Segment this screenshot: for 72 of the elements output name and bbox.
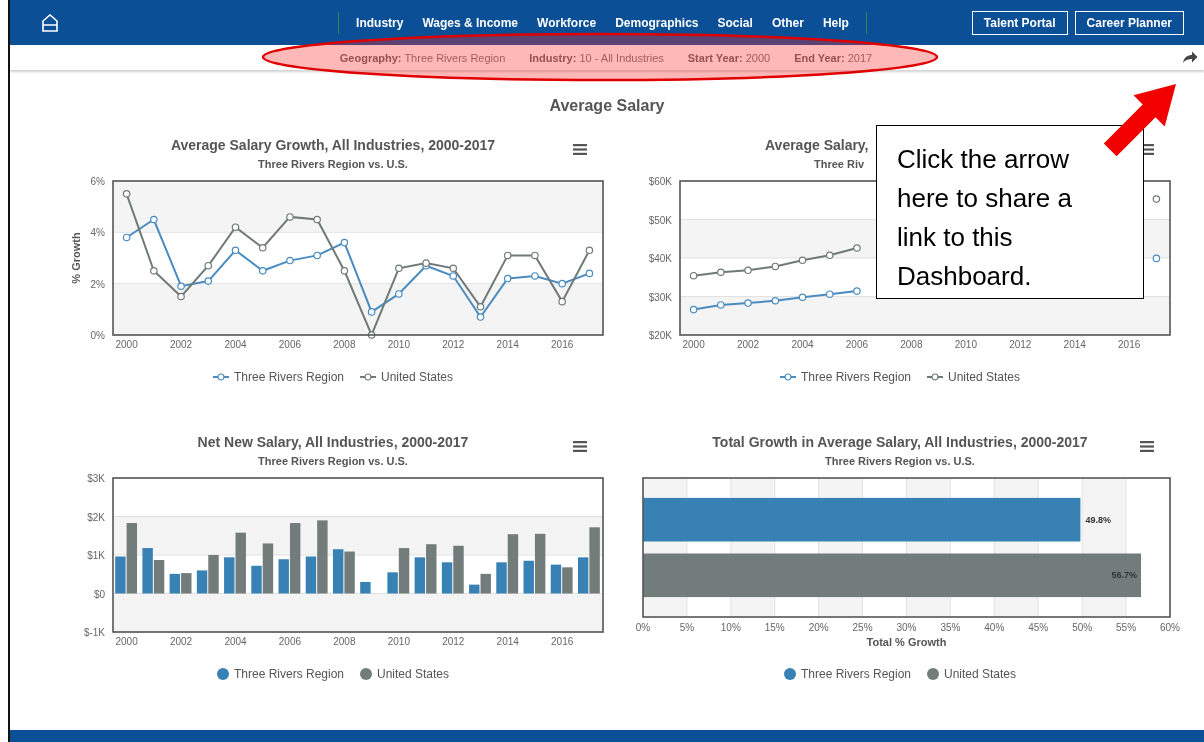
axis-label: 2012 — [1009, 339, 1032, 350]
axis-label: 20% — [808, 622, 829, 633]
data-label: 49.8% — [1085, 514, 1111, 525]
axis-label: 35% — [940, 622, 961, 633]
axis-label: $-1K — [83, 627, 105, 638]
axis-label: 2000 — [115, 636, 138, 647]
axis-label: 2008 — [333, 339, 356, 350]
axis-label: 2016 — [551, 636, 574, 647]
axis-label: 2000 — [682, 339, 705, 350]
axis-label: 55% — [1116, 622, 1137, 633]
axis-label: $40K — [648, 253, 672, 264]
chart-title: Total Growth in Average Salary, All Industries, 2000-2017 — [712, 434, 1088, 451]
axis-label: 2014 — [496, 339, 519, 350]
axis-label: 2012 — [442, 339, 465, 350]
axis-label: 2016 — [1118, 339, 1141, 350]
axis-label: 2002 — [736, 339, 760, 350]
axis-label: 2004 — [791, 339, 814, 350]
chart-title: Net New Salary, All Industries, 2000-2017 — [197, 434, 469, 451]
axis-title: Total % Growth — [866, 636, 947, 648]
filter-text: Geography: Three Rivers Region — [339, 51, 506, 64]
axis-label: 5% — [679, 622, 695, 633]
axis-label: 25% — [852, 622, 873, 633]
axis-label: 2016 — [551, 339, 574, 350]
chart-subtitle: Three Rivers Region vs. U.S. — [825, 454, 975, 468]
axis-label: $50K — [648, 214, 672, 226]
axis-label: 60% — [1160, 622, 1180, 633]
axis-label: $3K — [87, 473, 105, 484]
data-label: 56.7% — [1111, 570, 1137, 581]
page-title: Average Salary — [548, 97, 666, 115]
axis-label: 10% — [720, 622, 741, 633]
chart-subtitle: Three Riv — [814, 157, 865, 171]
axis-label: 2012 — [442, 636, 465, 647]
filter-text: Start Year: 2000 — [687, 51, 771, 64]
chart-title: Average Salary, — [765, 137, 869, 154]
filter-text: Industry: 10 - All Industries — [529, 51, 664, 64]
axis-label: $1K — [87, 550, 105, 561]
filter-text: End Year: 2017 — [794, 51, 873, 64]
axis-label: 2002 — [169, 636, 193, 647]
axis-label: 40% — [984, 622, 1005, 633]
axis-label: 2010 — [954, 339, 977, 350]
axis-label: $60K — [648, 176, 672, 187]
chart-subtitle: Three Rivers Region vs. U.S. — [258, 454, 408, 468]
axis-label: $0 — [93, 588, 105, 600]
axis-label: 45% — [1028, 622, 1049, 633]
chart-title: Average Salary Growth, All Industries, 2000-2017 — [170, 137, 496, 154]
axis-label: 2006 — [278, 636, 302, 647]
axis-label: 4% — [90, 227, 105, 239]
axis-label: 2010 — [387, 636, 410, 647]
axis-label: 2004 — [224, 636, 247, 647]
axis-label: 2010 — [387, 339, 410, 350]
axis-label: 50% — [1072, 622, 1093, 633]
axis-label: 2008 — [900, 339, 923, 350]
axis-label: 0% — [90, 330, 105, 341]
axis-label: 15% — [764, 622, 785, 633]
axis-label: 2% — [90, 278, 105, 290]
axis-label: 2000 — [115, 339, 138, 350]
axis-label: $20K — [648, 330, 672, 341]
axis-label: $2K — [87, 511, 105, 523]
axis-label: 0% — [635, 622, 651, 633]
chart-subtitle: Three Rivers Region vs. U.S. — [258, 157, 408, 171]
axis-title: % Growth — [70, 232, 82, 284]
axis-label: 2002 — [169, 339, 193, 350]
axis-label: 2006 — [278, 339, 302, 350]
axis-label: 2014 — [1063, 339, 1086, 350]
axis-label: 6% — [90, 176, 105, 187]
axis-label: 2014 — [496, 636, 519, 647]
axis-label: 30% — [896, 622, 917, 633]
axis-label: 2004 — [224, 339, 247, 350]
callout-text: Click the arrow here to share a link to this Dashboard. — [876, 125, 1144, 299]
axis-label: 2008 — [333, 636, 356, 647]
axis-label: $30K — [648, 291, 672, 303]
axis-label: 2006 — [845, 339, 869, 350]
